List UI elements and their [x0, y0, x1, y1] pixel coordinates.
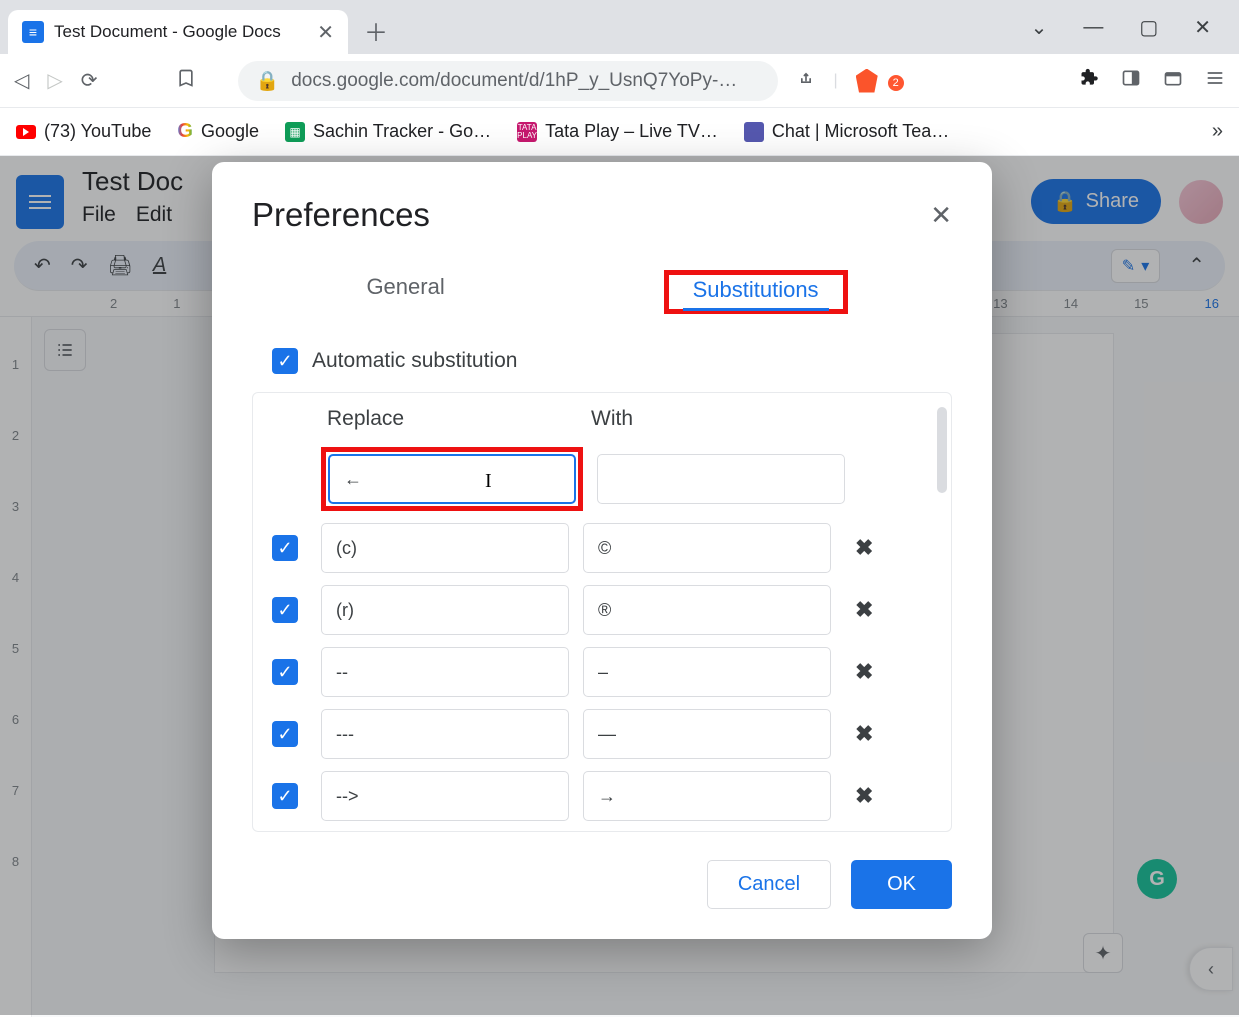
back-icon[interactable]: ◁ [14, 68, 29, 93]
youtube-icon [16, 125, 36, 139]
substitution-row: ✓ --> → ✖ [263, 765, 941, 827]
maximize-icon[interactable]: ▢ [1139, 15, 1158, 40]
sidebar-icon[interactable] [1121, 68, 1141, 94]
extensions-icon[interactable] [1079, 68, 1099, 94]
bookmark-label: (73) YouTube [44, 121, 151, 142]
with-input[interactable]: — [583, 709, 831, 759]
forward-icon: ▷ [47, 68, 62, 93]
row-checkbox[interactable]: ✓ [272, 597, 298, 623]
bookmark-label: Sachin Tracker - Go… [313, 121, 491, 142]
dialog-close-icon[interactable]: ✕ [930, 200, 952, 231]
substitution-row: ✓ -- – ✖ [263, 641, 941, 703]
dialog-tabs: General Substitutions [252, 270, 952, 314]
tata-play-icon: TATAPLAY [517, 122, 537, 142]
address-bar: ◁ ▷ ⟳ 🔒 docs.google.com/document/d/1hP_y… [0, 54, 1239, 108]
bookmarks-overflow-icon[interactable]: » [1212, 120, 1223, 143]
input-value: – [598, 662, 608, 683]
cancel-button[interactable]: Cancel [707, 860, 831, 909]
bookmark-tata[interactable]: TATAPLAY Tata Play – Live TV… [517, 121, 718, 142]
substitution-row: ✓ --- — ✖ [263, 703, 941, 765]
new-tab-button[interactable]: ＋ [364, 13, 388, 48]
dialog-title: Preferences [252, 196, 430, 234]
with-input[interactable]: – [583, 647, 831, 697]
scrollbar[interactable] [937, 407, 947, 493]
input-value: (r) [336, 600, 354, 621]
delete-row-icon[interactable]: ✖ [855, 659, 873, 685]
replace-input[interactable]: --- [321, 709, 569, 759]
replace-input[interactable]: (r) [321, 585, 569, 635]
autosub-checkbox[interactable]: ✓ [272, 348, 298, 374]
substitution-row: ✓ (c) © ✖ [263, 517, 941, 579]
browser-tab[interactable]: ≡ Test Document - Google Docs ✕ [8, 10, 348, 54]
brave-shield-icon[interactable] [856, 69, 878, 93]
row-checkbox[interactable]: ✓ [272, 783, 298, 809]
docs-favicon: ≡ [22, 21, 44, 43]
tab-substitutions[interactable]: Substitutions [683, 273, 829, 311]
row-checkbox[interactable]: ✓ [272, 659, 298, 685]
preferences-dialog: Preferences ✕ General Substitutions ✓ Au… [212, 162, 992, 939]
with-input[interactable]: © [583, 523, 831, 573]
row-checkbox[interactable]: ✓ [272, 721, 298, 747]
browser-tab-strip: ≡ Test Document - Google Docs ✕ ＋ ⌄ — ▢ … [0, 0, 1239, 54]
teams-icon [744, 122, 764, 142]
input-value: → [598, 786, 616, 807]
chevron-down-icon[interactable]: ⌄ [1031, 15, 1048, 40]
bookmark-label: Google [201, 121, 259, 142]
url-input[interactable]: 🔒 docs.google.com/document/d/1hP_y_UsnQ7… [238, 61, 778, 101]
substitutions-table: Replace With ← I ✓ (c) © ✖ [252, 392, 952, 832]
substitution-row: ✓ (r) ® ✖ [263, 579, 941, 641]
with-input[interactable]: ® [583, 585, 831, 635]
replace-input[interactable]: (c) [321, 523, 569, 573]
bookmark-label: Chat | Microsoft Tea… [772, 121, 949, 142]
replace-input[interactable]: -- [321, 647, 569, 697]
bookmark-teams[interactable]: Chat | Microsoft Tea… [744, 121, 949, 142]
delete-row-icon[interactable]: ✖ [855, 535, 873, 561]
bookmark-icon[interactable] [176, 68, 196, 94]
url-text: docs.google.com/document/d/1hP_y_UsnQ7Yo… [291, 70, 737, 92]
window-controls: ⌄ — ▢ ✕ [1031, 15, 1239, 40]
bookmark-google[interactable]: G Google [177, 120, 259, 143]
reload-icon[interactable]: ⟳ [81, 68, 98, 93]
bookmark-sheets[interactable]: ▦ Sachin Tracker - Go… [285, 121, 491, 142]
minimize-icon[interactable]: — [1083, 16, 1103, 39]
tab-general[interactable]: General [356, 270, 454, 314]
delete-row-icon[interactable]: ✖ [855, 721, 873, 747]
delete-row-icon[interactable]: ✖ [855, 597, 873, 623]
new-substitution-row: ← I [263, 441, 941, 517]
column-replace-header: Replace [327, 407, 591, 431]
menu-icon[interactable] [1205, 68, 1225, 94]
input-value: — [598, 724, 616, 745]
autosub-label: Automatic substitution [312, 349, 517, 373]
input-value: -- [336, 662, 348, 683]
tab-title: Test Document - Google Docs [54, 22, 281, 42]
text-cursor-icon: I [485, 470, 492, 493]
input-value: ← [344, 469, 362, 490]
input-value: ® [598, 600, 611, 621]
wallet-icon[interactable] [1163, 68, 1183, 94]
with-input-new[interactable] [597, 454, 845, 504]
column-with-header: With [591, 407, 855, 431]
replace-input[interactable]: --> [321, 771, 569, 821]
sheets-icon: ▦ [285, 122, 305, 142]
input-value: (c) [336, 538, 357, 559]
input-value: © [598, 538, 611, 559]
replace-input-new[interactable]: ← I [328, 454, 576, 504]
share-url-icon[interactable] [796, 68, 816, 94]
annotation-highlight: Substitutions [664, 270, 848, 314]
row-checkbox[interactable]: ✓ [272, 535, 298, 561]
input-value: --- [336, 724, 354, 745]
bookmark-youtube[interactable]: (73) YouTube [16, 121, 151, 142]
bookmark-label: Tata Play – Live TV… [545, 121, 718, 142]
lock-icon: 🔒 [256, 69, 280, 93]
input-value: --> [336, 786, 359, 807]
close-window-icon[interactable]: ✕ [1194, 15, 1211, 40]
bookmarks-bar: (73) YouTube G Google ▦ Sachin Tracker -… [0, 108, 1239, 156]
ok-button[interactable]: OK [851, 860, 952, 909]
with-input[interactable]: → [583, 771, 831, 821]
google-icon: G [177, 120, 193, 143]
annotation-highlight: ← I [321, 447, 583, 511]
close-tab-icon[interactable]: ✕ [317, 20, 334, 45]
delete-row-icon[interactable]: ✖ [855, 783, 873, 809]
